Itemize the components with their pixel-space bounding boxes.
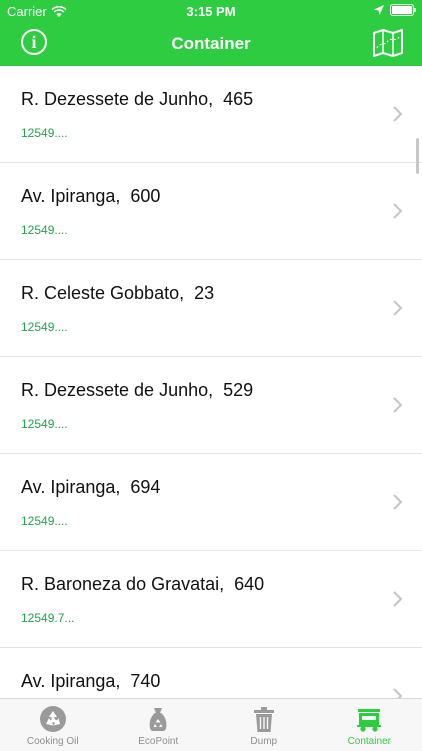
chevron-right-icon xyxy=(392,397,402,413)
trash-icon xyxy=(250,705,278,733)
tab-label: Container xyxy=(348,736,391,747)
list-item[interactable]: R. Dezessete de Junho, 465 12549.... xyxy=(0,66,422,163)
status-bar: Carrier 3:15 PM xyxy=(0,0,422,22)
chevron-right-icon xyxy=(392,106,402,122)
list-item[interactable]: Av. Ipiranga, 694 12549.... xyxy=(0,454,422,551)
item-zip: 12549.... xyxy=(21,320,68,334)
list-item[interactable]: R. Baroneza do Gravatai, 640 12549.7... xyxy=(0,551,422,648)
chevron-right-icon xyxy=(392,203,402,219)
map-icon[interactable] xyxy=(372,28,404,58)
item-address: R. Baroneza do Gravatai, 640 xyxy=(21,574,264,595)
chevron-right-icon xyxy=(392,688,402,698)
scrollbar[interactable] xyxy=(416,138,419,174)
nav-bar: i Container xyxy=(0,22,422,66)
page-title: Container xyxy=(0,34,422,54)
item-address: Av. Ipiranga, 694 xyxy=(21,477,160,498)
list-item[interactable]: Av. Ipiranga, 600 12549.... xyxy=(0,163,422,260)
tab-ecopoint[interactable]: EcoPoint xyxy=(106,699,212,751)
list-item[interactable]: Av. Ipiranga, 740 xyxy=(0,648,422,698)
recycle-bag-icon xyxy=(144,705,172,733)
list-item[interactable]: R. Dezessete de Junho, 529 12549.... xyxy=(0,357,422,454)
list-item[interactable]: R. Celeste Gobbato, 23 12549.... xyxy=(0,260,422,357)
item-zip: 12549.7... xyxy=(21,611,74,625)
item-address: R. Dezessete de Junho, 529 xyxy=(21,380,253,401)
item-address: Av. Ipiranga, 600 xyxy=(21,186,160,207)
tab-label: Dump xyxy=(250,736,277,747)
status-time: 3:15 PM xyxy=(0,4,422,19)
item-address: R. Dezessete de Junho, 465 xyxy=(21,89,253,110)
tab-label: EcoPoint xyxy=(138,736,178,747)
item-zip: 12549.... xyxy=(21,223,68,237)
container-truck-icon xyxy=(355,705,383,733)
tab-dump[interactable]: Dump xyxy=(211,699,317,751)
recycle-icon xyxy=(39,705,67,733)
item-address: R. Celeste Gobbato, 23 xyxy=(21,283,214,304)
tab-bar: Cooking Oil EcoPoint Dump Container xyxy=(0,698,422,751)
item-zip: 12549.... xyxy=(21,417,68,431)
item-zip: 12549.... xyxy=(21,514,68,528)
chevron-right-icon xyxy=(392,300,402,316)
item-address: Av. Ipiranga, 740 xyxy=(21,671,160,692)
location-arrow-icon xyxy=(374,5,384,15)
tab-label: Cooking Oil xyxy=(27,736,79,747)
item-zip: 12549.... xyxy=(21,126,68,140)
chevron-right-icon xyxy=(392,494,402,510)
battery-icon xyxy=(390,4,414,16)
tab-container[interactable]: Container xyxy=(317,699,422,751)
header: Carrier 3:15 PM i Container xyxy=(0,0,422,66)
status-right xyxy=(374,4,414,16)
container-list[interactable]: R. Dezessete de Junho, 465 12549.... Av.… xyxy=(0,66,422,698)
chevron-right-icon xyxy=(392,591,402,607)
tab-cooking-oil[interactable]: Cooking Oil xyxy=(0,699,106,751)
